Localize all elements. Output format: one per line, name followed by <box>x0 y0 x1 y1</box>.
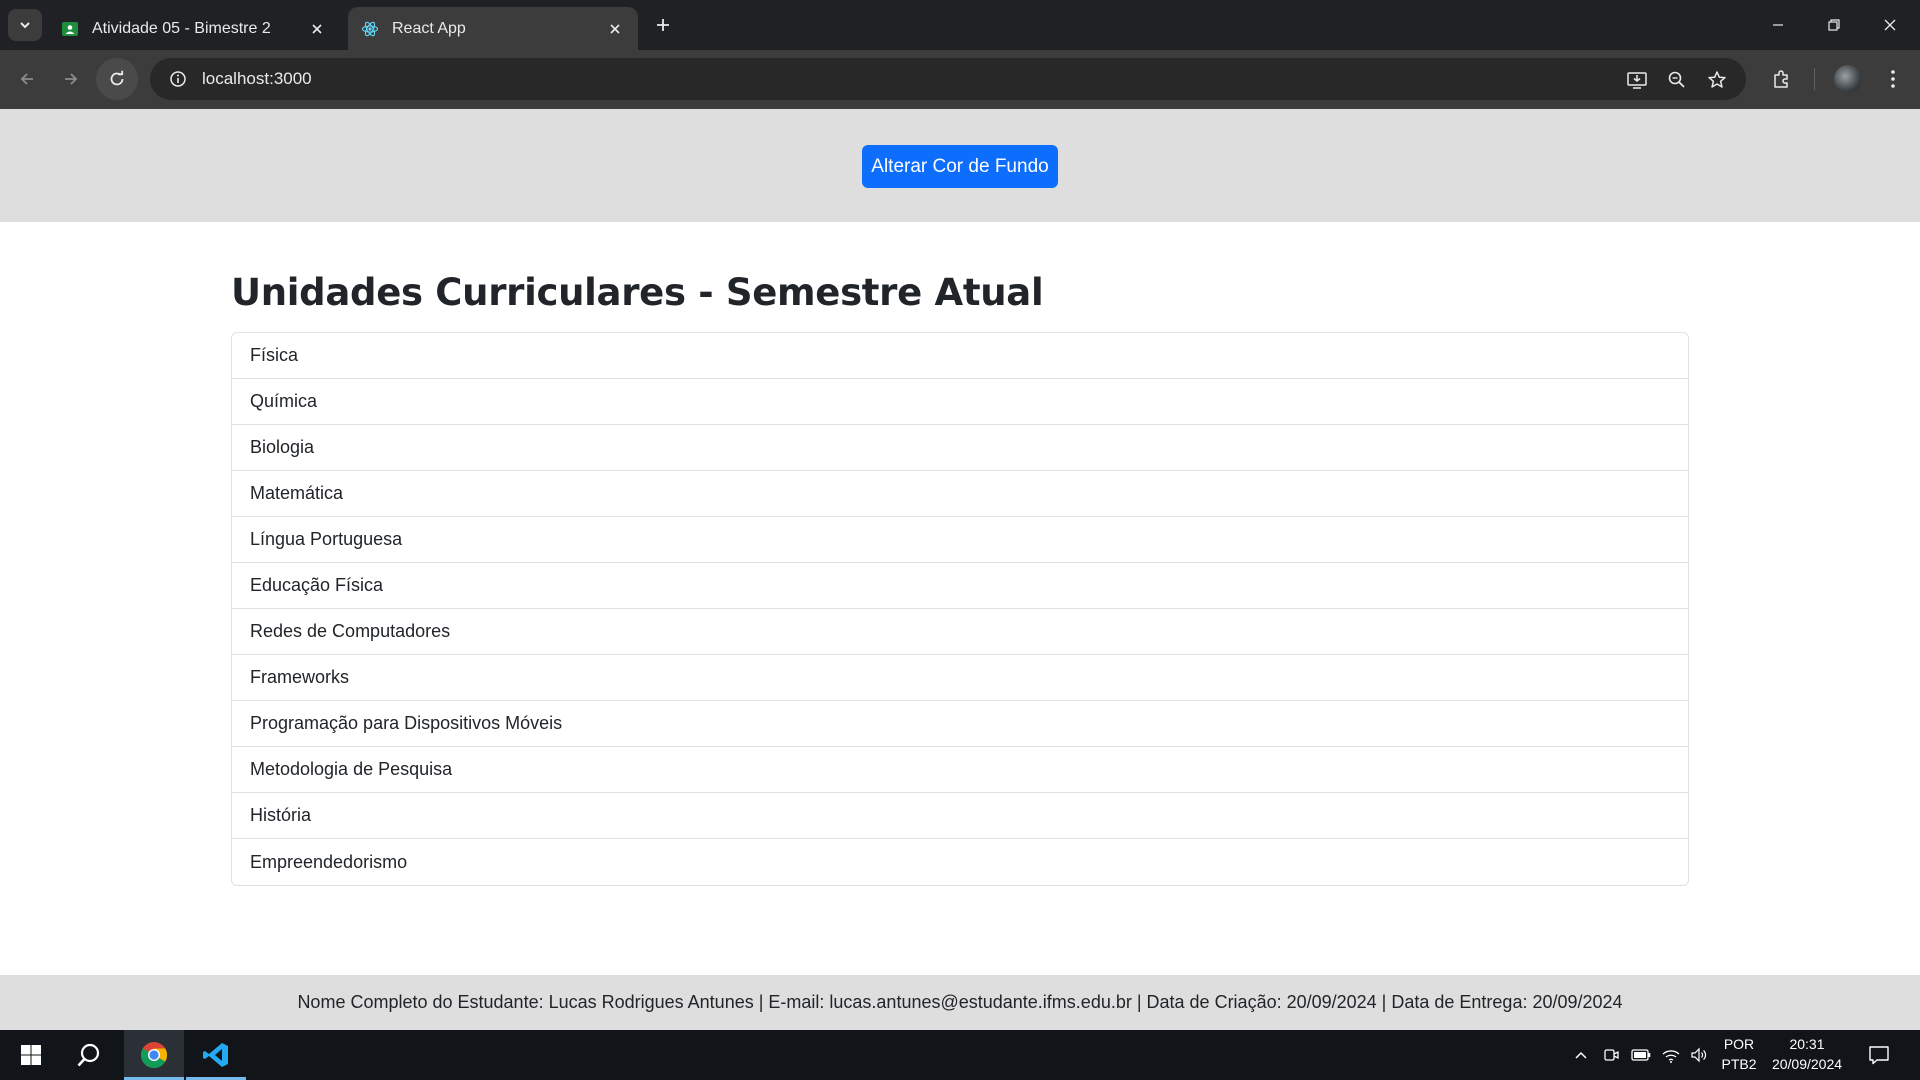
list-item: Química <box>232 379 1688 425</box>
page-header: Alterar Cor de Fundo <box>0 109 1920 222</box>
taskbar-vscode[interactable] <box>186 1030 246 1080</box>
wifi-icon[interactable] <box>1660 1044 1682 1066</box>
clock[interactable]: 20:31 20/09/2024 <box>1760 1036 1854 1072</box>
address-bar[interactable]: localhost:3000 <box>150 58 1746 100</box>
menu-icon[interactable] <box>1878 64 1908 94</box>
taskbar-search-button[interactable] <box>66 1030 112 1080</box>
close-window-button[interactable] <box>1862 0 1918 50</box>
minimize-icon <box>1773 24 1783 26</box>
close-icon[interactable] <box>606 20 624 38</box>
page-viewport: Alterar Cor de Fundo Unidades Curricular… <box>0 109 1920 1030</box>
windows-icon <box>21 1045 41 1065</box>
minimize-button[interactable] <box>1750 0 1806 50</box>
arrow-right-icon <box>65 73 78 85</box>
footer-text: Nome Completo do Estudante: Lucas Rodrig… <box>297 992 1623 1012</box>
forward-button[interactable] <box>50 58 92 100</box>
subject-list: Física Química Biologia Matemática Língua Po… <box>231 332 1689 886</box>
page-title: Unidades Curriculares - Semestre Atual <box>231 271 1044 314</box>
plus-icon <box>657 19 669 31</box>
react-icon <box>360 19 380 39</box>
search-icon <box>77 1043 100 1067</box>
chevron-up-icon[interactable] <box>1570 1044 1592 1066</box>
list-item: Empreendedorismo <box>250 851 408 872</box>
list-item: Biologia <box>232 425 1688 471</box>
clock-time: 20:31 <box>1789 1036 1825 1052</box>
zoom-icon[interactable] <box>1664 67 1690 93</box>
tab-atividade[interactable]: Atividade 05 - Bimestre 2 <box>48 7 340 50</box>
list-item: Matemática <box>232 471 1688 517</box>
language-code: POR <box>1723 1036 1755 1052</box>
close-icon[interactable] <box>308 20 326 38</box>
chevron-down-icon <box>20 22 30 29</box>
back-button[interactable] <box>6 58 48 100</box>
tab-title: Atividade 05 - Bimestre 2 <box>92 19 271 37</box>
reload-button[interactable] <box>96 58 138 100</box>
taskbar: POR PTB2 20:31 20/09/2024 <box>0 1030 1920 1080</box>
list-item: Língua Portuguesa <box>232 517 1688 563</box>
vscode-icon <box>203 1043 228 1067</box>
list-item: Educação Física <box>232 563 1688 609</box>
taskbar-chrome[interactable] <box>124 1030 184 1080</box>
bookmark-star-icon[interactable] <box>1704 67 1730 93</box>
install-app-icon[interactable] <box>1624 67 1650 93</box>
restore-button[interactable] <box>1806 0 1862 50</box>
toolbar-divider <box>1814 68 1815 90</box>
site-info-icon[interactable] <box>156 70 200 88</box>
close-icon <box>1884 19 1896 31</box>
list-item: Programação para Dispositivos Móveis <box>232 701 1688 747</box>
list-item: Redes de Computadores <box>232 609 1688 655</box>
extensions-icon[interactable] <box>1766 64 1796 94</box>
volume-icon[interactable] <box>1688 1044 1710 1066</box>
tab-title: React App <box>392 19 466 37</box>
tab-react-app[interactable]: React App <box>348 7 638 50</box>
list-item: Física <box>232 333 1688 379</box>
browser-toolbar: localhost:3000 <box>0 50 1920 109</box>
battery-icon[interactable] <box>1630 1044 1652 1066</box>
page-footer: Nome Completo do Estudante: Lucas Rodrig… <box>0 975 1920 1030</box>
list-item: Frameworks <box>232 655 1688 701</box>
meet-now-icon[interactable] <box>1600 1044 1622 1066</box>
chrome-icon <box>140 1042 168 1069</box>
list-item: Metodologia de Pesquisa <box>232 747 1688 793</box>
restore-icon <box>1828 19 1840 31</box>
change-background-button[interactable]: Alterar Cor de Fundo <box>862 145 1058 188</box>
classroom-icon <box>60 19 80 39</box>
list-item: História <box>232 793 1688 839</box>
tab-search-button[interactable] <box>8 9 42 41</box>
keyboard-layout: PTB2 <box>1721 1056 1757 1072</box>
new-tab-button[interactable] <box>650 12 676 38</box>
clock-date: 20/09/2024 <box>1771 1056 1843 1072</box>
url-text: localhost:3000 <box>202 69 312 88</box>
arrow-left-icon <box>20 73 33 85</box>
notifications-icon[interactable] <box>1866 1042 1892 1068</box>
reload-icon <box>110 70 124 86</box>
browser-tab-bar: Atividade 05 - Bimestre 2 React App <box>0 0 1920 50</box>
profile-avatar[interactable] <box>1834 65 1862 93</box>
start-button[interactable] <box>8 1030 54 1080</box>
language-indicator[interactable]: POR PTB2 <box>1714 1036 1764 1072</box>
